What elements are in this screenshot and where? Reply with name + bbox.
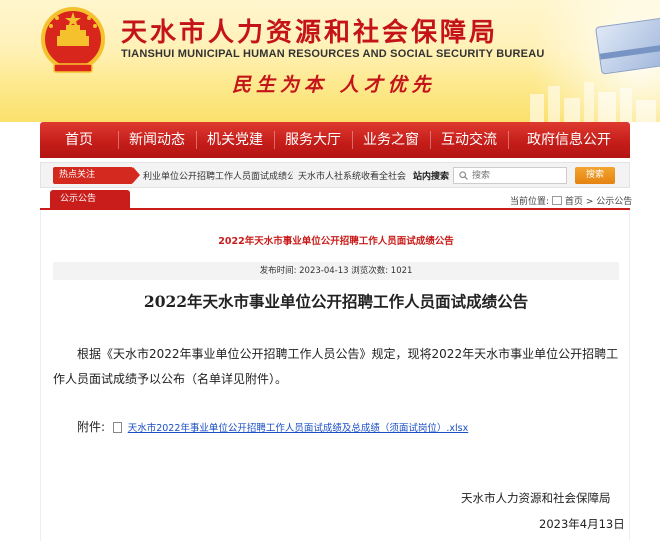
- section-tab-notices[interactable]: 公示公告: [50, 190, 130, 208]
- signature-organization: 天水市人力资源和社会保障局: [461, 491, 611, 505]
- signature-date: 2023年4月13日: [539, 517, 625, 531]
- breadcrumb-separator: >: [585, 197, 594, 207]
- article-title: 2022年天水市事业单位公开招聘工作人员面试成绩公告: [143, 292, 529, 311]
- attachment-link[interactable]: 天水市2022年事业单位公开招聘工作人员面试成绩及总成绩（须面试岗位）.xlsx: [128, 423, 469, 434]
- breadcrumb-current-link[interactable]: 公示公告: [596, 197, 632, 207]
- city-skyline-decoration: [530, 82, 656, 122]
- home-icon: [551, 196, 562, 205]
- nav-item-news[interactable]: 新闻动态: [118, 122, 196, 158]
- nav-item-interaction[interactable]: 互动交流: [430, 122, 508, 158]
- article-header-title: 2022年天水市事业单位公开招聘工作人员面试成绩公告: [218, 236, 454, 247]
- page: 天水市人力资源和社会保障局 TIANSHUI MUNICIPAL HUMAN R…: [0, 0, 660, 541]
- article-meta: 发布时间: 2023-04-13 浏览次数: 1021: [53, 262, 619, 280]
- search-box: [453, 167, 567, 184]
- nav-item-service-hall[interactable]: 服务大厅: [274, 122, 352, 158]
- section-header: 公示公告 当前位置: 首页 > 公示公告: [40, 190, 632, 210]
- attachment-label: 附件:: [77, 420, 106, 434]
- article-body: 根据《天水市2022年事业单位公开招聘工作人员公告》规定，现将2022年天水市事…: [53, 347, 619, 386]
- search-label: 站内搜索: [413, 172, 450, 182]
- social-security-card-icon: [595, 17, 660, 75]
- site-title: 天水市人力资源和社会保障局: [121, 18, 499, 48]
- site-title-english: TIANSHUI MUNICIPAL HUMAN RESOURCES AND S…: [121, 48, 545, 60]
- hot-topics-bar: 热点关注 利业单位公开招聘工作人员面试成绩公告 天水市人社系统收看全社会 站内搜…: [40, 162, 630, 188]
- nav-item-home[interactable]: 首页: [40, 122, 118, 158]
- national-emblem-icon: [41, 7, 105, 73]
- breadcrumb: 当前位置: 首页 > 公示公告: [510, 194, 632, 207]
- search-icon: [459, 171, 468, 180]
- search-button[interactable]: 搜索: [575, 167, 615, 184]
- nav-item-gov-info[interactable]: 政府信息公开: [508, 122, 630, 158]
- nav-item-party-building[interactable]: 机关党建: [196, 122, 274, 158]
- hot-news-link[interactable]: 利业单位公开招聘工作人员面试成绩公告: [143, 169, 293, 182]
- hot-news-link[interactable]: 天水市人社系统收看全社会: [298, 169, 410, 182]
- article-content: 2022年天水市事业单位公开招聘工作人员面试成绩公告 发布时间: 2023-04…: [40, 210, 630, 541]
- main-nav: 首页 新闻动态 机关党建 服务大厅 业务之窗 互动交流 政府信息公开: [40, 122, 630, 158]
- attachment-row: 附件: 天水市2022年事业单位公开招聘工作人员面试成绩及总成绩（须面试岗位）.…: [77, 418, 468, 435]
- breadcrumb-home-link[interactable]: 首页: [565, 197, 583, 207]
- hot-topics-label: 热点关注: [53, 167, 140, 184]
- nav-item-business[interactable]: 业务之窗: [352, 122, 430, 158]
- site-banner: 天水市人力资源和社会保障局 TIANSHUI MUNICIPAL HUMAN R…: [0, 0, 660, 122]
- file-icon: [112, 422, 122, 433]
- site-slogan: 民生为本 人才优先: [232, 74, 436, 96]
- breadcrumb-prefix: 当前位置:: [510, 197, 550, 207]
- search-input[interactable]: [472, 169, 562, 182]
